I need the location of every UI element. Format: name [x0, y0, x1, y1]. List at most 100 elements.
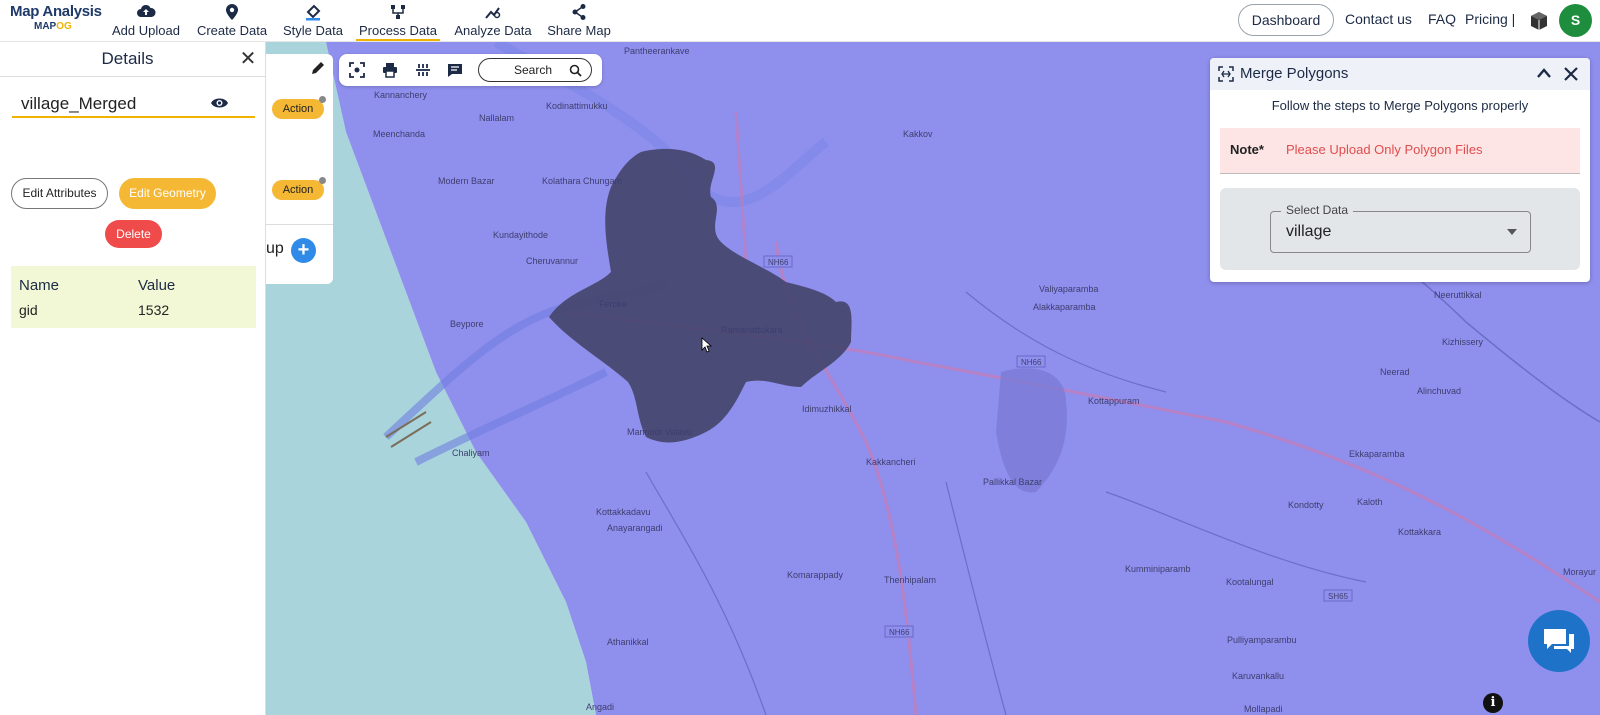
analyze-chart-icon: [485, 7, 501, 19]
map-label: Mollapadi: [1244, 704, 1283, 714]
nav-label: Create Data: [196, 23, 268, 38]
nav-label: Process Data: [356, 23, 440, 41]
map-label: Kaloth: [1357, 497, 1383, 507]
road-shield: NH66: [768, 258, 789, 267]
road-shield: SH65: [1328, 592, 1349, 601]
map-label: Karuvankallu: [1232, 671, 1284, 681]
attribute-table: Name Value gid 1532: [11, 266, 256, 328]
map-label: Morayur: [1563, 567, 1596, 577]
layer-action-button[interactable]: Action: [272, 180, 324, 200]
nav-add-upload[interactable]: Add Upload: [108, 3, 184, 39]
measure-icon[interactable]: [415, 62, 431, 78]
map-label: Alinchuvad: [1417, 386, 1461, 396]
details-header: Details ✕: [0, 42, 266, 77]
map-label: Cheruvannur: [526, 256, 578, 266]
map-label: Kakkancheri: [866, 457, 916, 467]
map-label: Ramanattukara: [721, 325, 783, 335]
nav-analyze-data[interactable]: Analyze Data: [452, 3, 534, 39]
cloud-upload-icon: [137, 4, 156, 18]
search-icon: [569, 64, 582, 77]
layer-action-button[interactable]: Action: [272, 99, 324, 119]
nav-share-map[interactable]: Share Map: [545, 3, 613, 39]
nav-label: Analyze Data: [454, 23, 532, 38]
details-title: Details: [101, 49, 154, 68]
map-label: Kondotty: [1288, 500, 1324, 510]
pricing-link[interactable]: Pricing |: [1465, 11, 1515, 27]
merge-polygons-panel: Merge Polygons Follow the steps to Merge…: [1210, 58, 1590, 282]
delete-button[interactable]: Delete: [105, 220, 162, 248]
map-label: Nallalam: [479, 113, 514, 123]
nav-label: Style Data: [283, 23, 343, 38]
map-label: Kolathara Chungam: [542, 176, 622, 186]
map-label: Kodinattimukku: [546, 101, 608, 111]
cube-icon[interactable]: [1529, 11, 1549, 31]
map-label: Meenchanda: [373, 129, 425, 139]
map-label: Kootalungal: [1226, 577, 1274, 587]
dropdown-arrow-icon: [1507, 229, 1517, 235]
edit-attributes-button[interactable]: Edit Attributes: [11, 178, 108, 209]
map-label: Kottakkara: [1398, 527, 1441, 537]
nav-process-data[interactable]: Process Data: [356, 3, 440, 41]
table-header-value: Value: [138, 277, 176, 294]
info-icon[interactable]: i: [1483, 693, 1503, 713]
nav-label: Share Map: [547, 23, 611, 38]
nav-create-data[interactable]: Create Data: [194, 3, 270, 39]
map-label: Komarappady: [787, 570, 844, 580]
map-label: Kottappuram: [1088, 396, 1140, 406]
map-label: Neeruttikkal: [1434, 290, 1482, 300]
select-data-label: Select Data: [1281, 203, 1354, 217]
add-group-button[interactable]: +: [291, 238, 316, 263]
map-label: Pantheerankave: [624, 46, 690, 56]
note-label: Note*: [1230, 142, 1264, 157]
merge-panel-header: Merge Polygons: [1210, 58, 1590, 90]
table-cell-value: 1532: [138, 302, 170, 318]
map-label: Mannoor Valavu: [627, 427, 692, 437]
app-logo[interactable]: Map Analysis MAPOG: [10, 3, 102, 32]
chevron-up-icon[interactable]: [1535, 65, 1553, 83]
map-label: Thenhipalam: [884, 575, 936, 585]
status-dot: [319, 96, 326, 103]
faq-link[interactable]: FAQ: [1428, 11, 1456, 27]
chat-widget-button[interactable]: [1528, 610, 1590, 672]
pencil-icon[interactable]: [310, 60, 326, 76]
map-search-box[interactable]: Search: [478, 58, 592, 82]
dashboard-button[interactable]: Dashboard: [1238, 4, 1334, 36]
merge-panel-subtitle: Follow the steps to Merge Polygons prope…: [1271, 98, 1529, 113]
map-label: Kannanchery: [374, 90, 428, 100]
map-label: Chaliyam: [452, 448, 490, 458]
comment-icon[interactable]: [447, 62, 463, 78]
merge-icon: [1218, 66, 1234, 82]
map-label: Beypore: [450, 319, 484, 329]
map-label: Angadi: [586, 702, 614, 712]
edit-geometry-button[interactable]: Edit Geometry: [119, 178, 216, 209]
map-label: Kakkov: [903, 129, 933, 139]
divider: [266, 224, 333, 225]
search-label: Search: [514, 63, 553, 77]
layer-name-field: village_Merged: [12, 88, 255, 118]
map-label: Kundayithode: [493, 230, 548, 240]
map-label: Idimuzhikkal: [802, 404, 852, 414]
select-data-dropdown[interactable]: Select Data village: [1270, 203, 1531, 253]
road-shield: NH66: [889, 628, 910, 637]
share-icon: [572, 4, 586, 20]
layer-name: village_Merged: [21, 94, 137, 113]
status-dot: [319, 177, 326, 184]
map-pin-icon: [226, 4, 238, 20]
layers-panel: Action Action up +: [266, 54, 333, 284]
user-avatar[interactable]: S: [1559, 4, 1592, 37]
select-data-section: Select Data village: [1220, 188, 1580, 270]
eye-icon[interactable]: [210, 96, 229, 110]
close-icon[interactable]: ✕: [238, 49, 258, 69]
top-navbar: Map Analysis MAPOG Add Upload Create Dat…: [0, 0, 1600, 42]
map-label: Feroke: [599, 299, 627, 309]
table-header-name: Name: [19, 277, 60, 294]
select-data-value: village: [1286, 223, 1332, 240]
contact-us-link[interactable]: Contact us: [1345, 11, 1412, 27]
paint-bucket-icon: [306, 4, 321, 21]
print-icon[interactable]: [382, 62, 398, 78]
zoom-extent-icon[interactable]: [349, 62, 365, 78]
nav-style-data[interactable]: Style Data: [280, 3, 346, 39]
map-label: Pallikkal Bazar: [983, 477, 1042, 487]
close-icon[interactable]: [1562, 65, 1580, 83]
map-label: Alakkaparamba: [1033, 302, 1096, 312]
